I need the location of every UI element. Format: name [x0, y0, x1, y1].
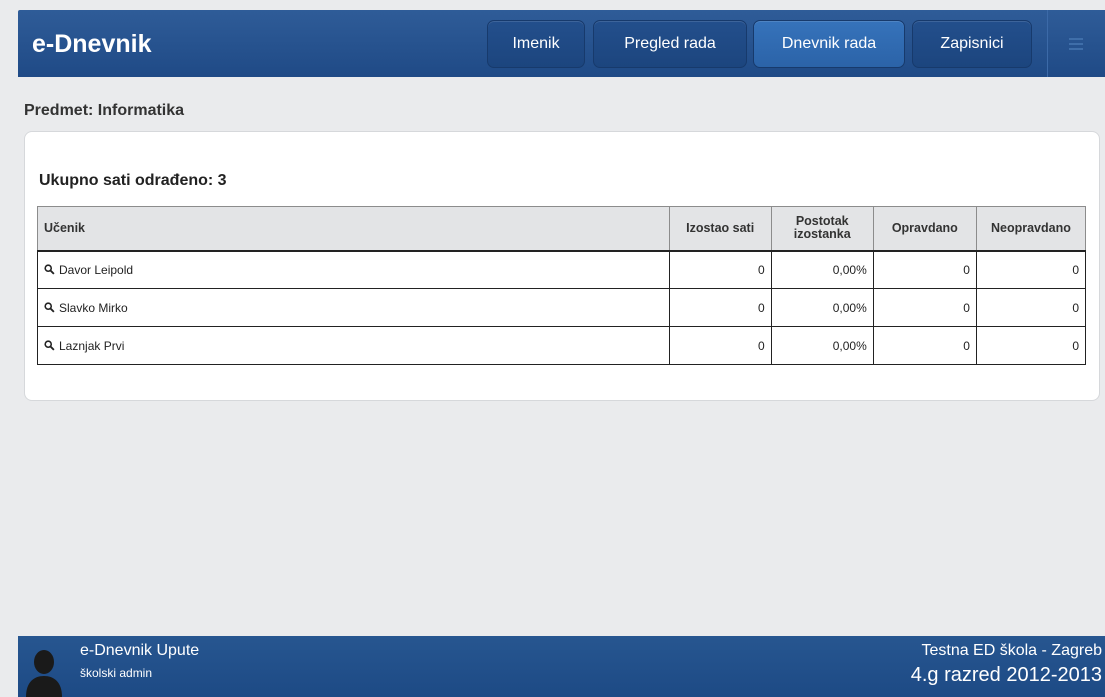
column-header-unjustified[interactable]: Neopravdano — [975, 206, 1087, 252]
student-cell[interactable]: Davor Leipold — [37, 250, 670, 289]
header: e-Dnevnik Imenik Pregled rada Dnevnik ra… — [0, 0, 1105, 77]
app-brand[interactable]: e-Dnevnik — [32, 30, 151, 59]
search-icon[interactable] — [44, 301, 55, 313]
column-header-absence-percent-line1: Postotak — [795, 214, 849, 229]
subject-title: Predmet: Informatika — [24, 102, 185, 119]
table-header-row: Učenik Izostao sati Postotak izostanka O… — [37, 206, 1087, 252]
unjustified-cell: 0 — [975, 326, 1087, 365]
column-header-absent-hours[interactable]: Izostao sati — [668, 206, 772, 252]
table-row[interactable]: Laznjak Prvi 0 0,00% 0 0 — [37, 326, 1087, 365]
student-cell[interactable]: Slavko Mirko — [37, 288, 670, 327]
unjustified-cell: 0 — [975, 288, 1087, 327]
help-link[interactable]: e-Dnevnik Upute — [80, 642, 199, 660]
column-header-student[interactable]: Učenik — [37, 206, 670, 252]
user-avatar-icon[interactable] — [24, 646, 64, 697]
justified-cell: 0 — [872, 288, 977, 327]
justified-cell: 0 — [872, 326, 977, 365]
unjustified-cell: 0 — [975, 250, 1087, 289]
table-row[interactable]: Slavko Mirko 0 0,00% 0 0 — [37, 288, 1087, 327]
search-icon[interactable] — [44, 339, 55, 351]
absence-percent-cell: 0,00% — [770, 326, 874, 365]
nav-pregled-rada-button[interactable]: Pregled rada — [593, 20, 747, 68]
nav-dnevnik-rada-button[interactable]: Dnevnik rada — [753, 20, 905, 68]
student-name[interactable]: Slavko Mirko — [59, 301, 128, 315]
nav-imenik-button[interactable]: Imenik — [487, 20, 585, 68]
attendance-table: Učenik Izostao sati Postotak izostanka O… — [37, 206, 1087, 365]
absent-hours-cell: 0 — [668, 288, 772, 327]
search-icon[interactable] — [44, 264, 55, 275]
header-bar: e-Dnevnik Imenik Pregled rada Dnevnik ra… — [18, 10, 1105, 77]
attendance-panel: Ukupno sati odrađeno: 3 Učenik Izostao s… — [24, 131, 1100, 401]
menu-icon[interactable] — [1069, 38, 1083, 50]
school-name: Testna ED škola - Zagreb — [921, 642, 1102, 659]
absent-hours-cell: 0 — [668, 326, 772, 365]
column-header-absence-percent[interactable]: Postotak izostanka — [770, 206, 874, 252]
class-year: 4.g razred 2012-2013 — [910, 664, 1102, 686]
footer: e-Dnevnik Upute školski admin Testna ED … — [18, 636, 1105, 697]
absent-hours-cell: 0 — [668, 250, 772, 289]
total-hours: Ukupno sati odrađeno: 3 — [39, 172, 227, 189]
table-row[interactable]: Davor Leipold 0 0,00% 0 0 — [37, 250, 1087, 289]
student-cell[interactable]: Laznjak Prvi — [37, 326, 670, 365]
user-role: školski admin — [80, 666, 153, 680]
nav-divider — [1047, 10, 1048, 77]
absence-percent-cell: 0,00% — [770, 288, 874, 327]
nav-zapisnici-button[interactable]: Zapisnici — [912, 20, 1032, 68]
absence-percent-cell: 0,00% — [770, 250, 874, 289]
student-name[interactable]: Davor Leipold — [59, 263, 133, 277]
column-header-justified[interactable]: Opravdano — [872, 206, 977, 252]
justified-cell: 0 — [872, 250, 977, 289]
student-name[interactable]: Laznjak Prvi — [59, 339, 124, 353]
column-header-absence-percent-line2: izostanka — [793, 227, 851, 242]
